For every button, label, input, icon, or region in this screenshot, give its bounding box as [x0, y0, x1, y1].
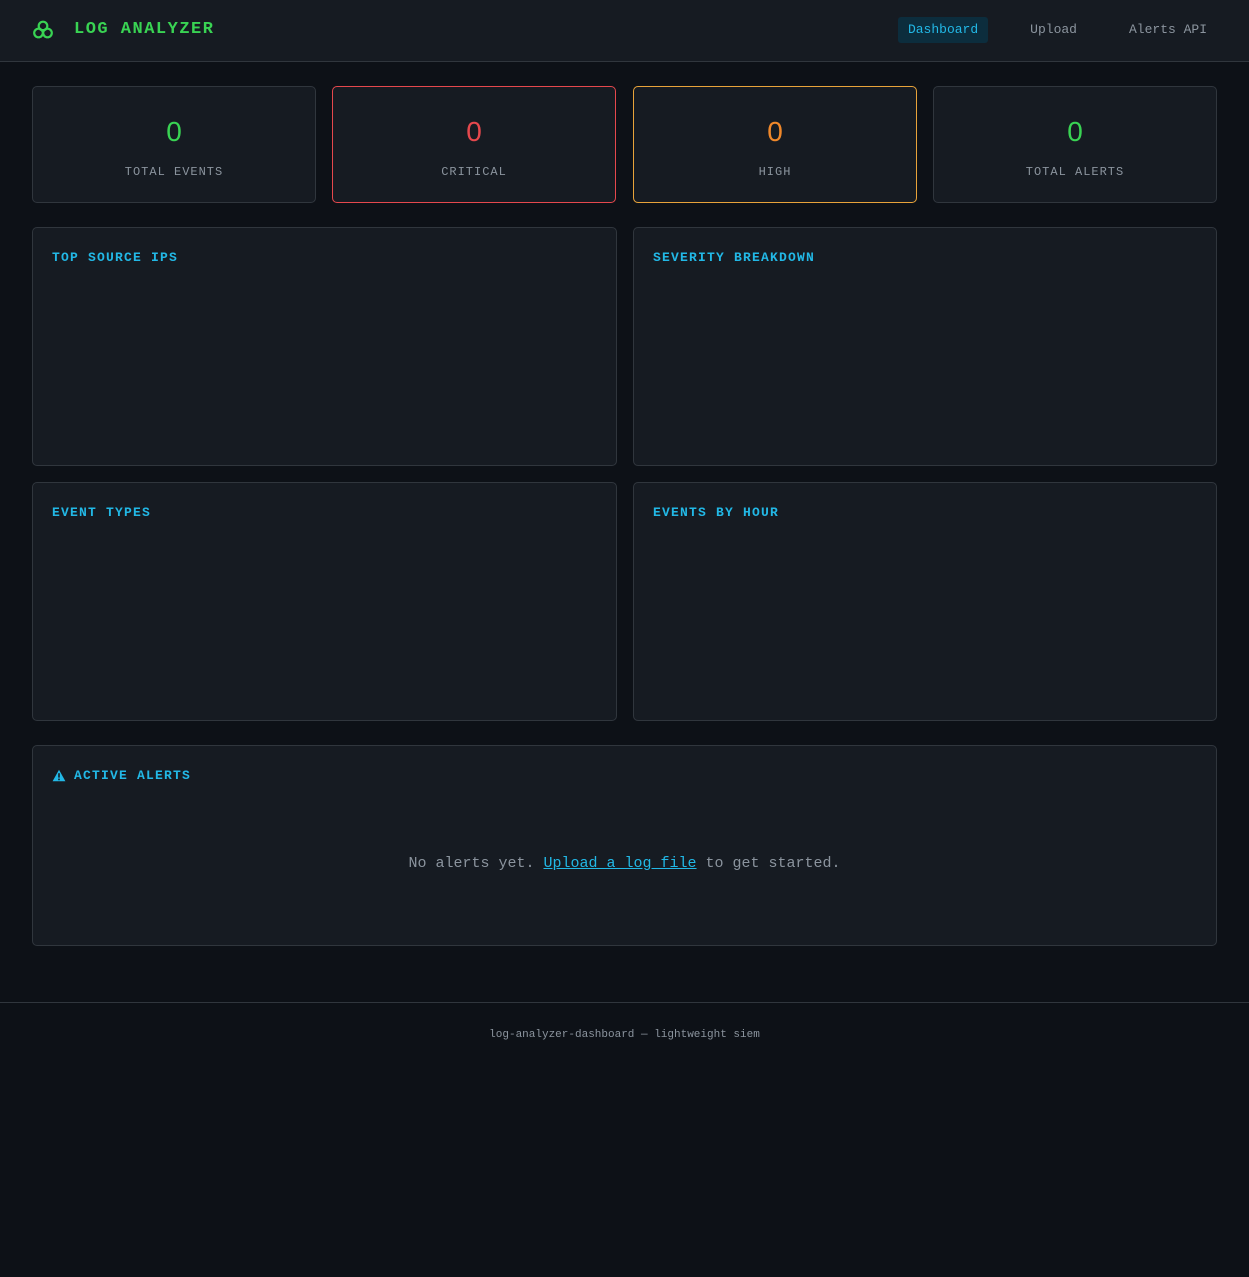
nav-alerts-api[interactable]: Alerts API: [1119, 17, 1217, 43]
panel-title-active-alerts: ACTIVE ALERTS: [52, 768, 191, 783]
footer: log-analyzer-dashboard — lightweight sie…: [0, 1002, 1249, 1277]
panel-title-event-types: EVENT TYPES: [52, 505, 152, 520]
app-title: LOG ANALYZER: [74, 20, 215, 39]
stat-label-total-events: TOTAL EVENTS: [124, 165, 224, 179]
warning-icon: [52, 769, 66, 782]
stat-card-total-events: 0 TOTAL EVENTS: [32, 86, 316, 203]
alerts-empty-message: No alerts yet. Upload a log file to get …: [33, 855, 1216, 872]
stat-value-critical: 0: [466, 116, 482, 147]
panel-events-by-hour: EVENTS BY HOUR: [633, 482, 1217, 721]
panel-severity-breakdown: SEVERITY BREAKDOWN: [633, 227, 1217, 466]
stat-value-total-alerts: 0: [1067, 116, 1083, 147]
stat-label-critical: CRITICAL: [441, 165, 507, 179]
main-nav: Dashboard Upload Alerts API: [897, 17, 1217, 43]
brand[interactable]: LOG ANALYZER: [32, 17, 214, 43]
active-alerts-label: ACTIVE ALERTS: [74, 768, 192, 783]
empty-message-prefix: No alerts yet.: [408, 855, 544, 872]
panel-title-top-source-ips: TOP SOURCE IPS: [52, 250, 179, 265]
stat-label-high: HIGH: [758, 165, 792, 179]
stat-card-high: 0 HIGH: [633, 86, 917, 203]
panel-event-types: EVENT TYPES: [32, 482, 617, 721]
nav-upload[interactable]: Upload: [1020, 17, 1087, 43]
footer-text: log-analyzer-dashboard — lightweight sie…: [489, 1029, 760, 1041]
nav-dashboard[interactable]: Dashboard: [897, 17, 989, 43]
panel-title-severity-breakdown: SEVERITY BREAKDOWN: [653, 250, 816, 265]
upload-log-link[interactable]: Upload a log file: [543, 855, 696, 872]
panel-top-source-ips: TOP SOURCE IPS: [32, 227, 617, 466]
biohazard-icon: [32, 19, 54, 41]
panel-active-alerts: ACTIVE ALERTS No alerts yet. Upload a lo…: [32, 745, 1217, 946]
empty-message-suffix: to get started.: [696, 855, 841, 872]
top-navbar: LOG ANALYZER Dashboard Upload Alerts API: [0, 0, 1249, 62]
stat-card-total-alerts: 0 TOTAL ALERTS: [933, 86, 1217, 203]
stat-card-critical: 0 CRITICAL: [332, 86, 616, 203]
stat-value-high: 0: [767, 116, 783, 147]
panel-title-events-by-hour: EVENTS BY HOUR: [653, 505, 780, 520]
stat-value-total-events: 0: [166, 116, 182, 147]
stat-label-total-alerts: TOTAL ALERTS: [1025, 165, 1125, 179]
